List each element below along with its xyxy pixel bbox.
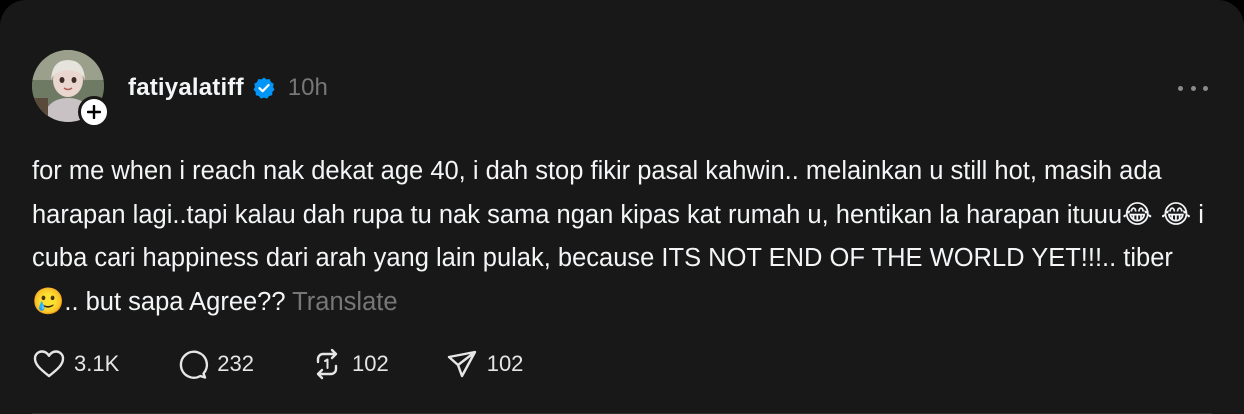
post-text-segment: .. but sapa Agree??	[64, 287, 293, 316]
post-actions: 3.1K 232 102 102	[32, 346, 579, 382]
like-count: 3.1K	[74, 351, 120, 376]
post-body: for me when i reach nak dekat age 40, i …	[32, 150, 1217, 324]
translate-link[interactable]: Translate	[292, 288, 397, 316]
repost-count: 102	[351, 351, 389, 376]
comment-count: 232	[217, 351, 254, 376]
more-options-button[interactable]	[1178, 78, 1208, 98]
laughing-emoji: 😂 😂	[1122, 199, 1192, 230]
more-icon-dot	[1178, 85, 1183, 91]
more-icon-dot	[1203, 85, 1208, 91]
thread-post-card: fatiyalatiff 10h for me when i reach nak…	[0, 0, 1244, 414]
more-icon-dot	[1190, 85, 1196, 91]
smiling-tear-emoji: 🥲	[32, 286, 65, 317]
share-count: 102	[486, 351, 524, 376]
username[interactable]: fatiyalatiff	[128, 74, 244, 102]
heart-icon	[33, 350, 65, 378]
like-button[interactable]: 3.1K	[32, 348, 119, 380]
post-header: fatiyalatiff 10h	[128, 70, 328, 106]
repost-button[interactable]: 102	[310, 348, 389, 380]
repost-icon	[316, 348, 338, 380]
plus-icon	[87, 105, 101, 119]
post-timestamp[interactable]: 10h	[288, 74, 328, 102]
follow-button[interactable]	[78, 96, 110, 128]
comment-icon	[179, 350, 209, 379]
share-button[interactable]: 102	[445, 348, 524, 380]
comment-button[interactable]: 232	[175, 348, 254, 380]
verified-badge-icon	[252, 76, 276, 100]
share-icon	[447, 350, 476, 378]
post-text-segment: for me when i reach nak dekat age 40, i …	[32, 157, 1162, 229]
author-avatar-wrap[interactable]	[32, 50, 110, 128]
